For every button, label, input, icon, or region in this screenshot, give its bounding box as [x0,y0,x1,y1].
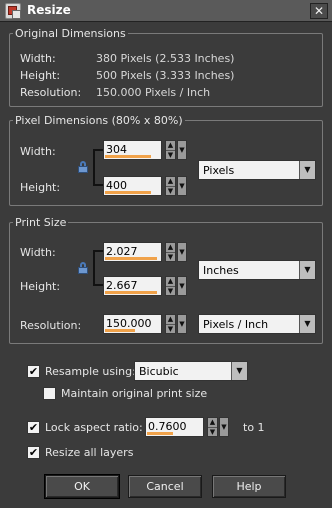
spin-down-icon[interactable]: ▼ [166,150,175,159]
spin-down-icon[interactable]: ▼ [166,324,175,333]
lock-aspect-updown[interactable]: ▲ ▼ [207,417,218,437]
pixel-height-dropdown-icon[interactable]: ▼ [177,176,187,196]
print-resolution-slider-fill [105,329,135,332]
pixel-unit-value: Pixels [203,164,235,177]
print-lock-icon[interactable] [78,262,88,274]
original-width-value: 380 Pixels (2.533 Inches) [96,52,235,65]
spin-up-icon[interactable]: ▲ [166,243,175,252]
maintain-print-size-checkbox[interactable] [43,387,56,400]
print-height-slider-fill [105,291,157,294]
pixel-width-dropdown-icon[interactable]: ▼ [177,140,187,160]
lock-aspect-input[interactable]: 0.7600 [145,417,204,437]
resolution-unit-value: Pixels / Inch [203,318,269,331]
print-height-dropdown-icon[interactable]: ▼ [177,276,187,296]
lock-aspect-slider-fill [147,432,173,435]
lock-aspect-spinner[interactable]: 0.7600 ▲ ▼ ▼ [145,417,231,437]
print-resolution-label: Resolution: [20,319,82,332]
print-unit-value: Inches [203,264,239,277]
resize-all-layers-label[interactable]: Resize all layers [45,446,133,459]
title-bar[interactable]: Resize ✕ [0,0,332,22]
print-width-spinner[interactable]: 2.027 ▲ ▼ ▼ [103,242,189,262]
window-title: Resize [27,3,71,17]
dropdown-arrow-icon[interactable]: ▼ [231,362,247,380]
spin-down-icon[interactable]: ▼ [166,252,175,261]
print-height-label: Height: [20,280,61,293]
spin-up-icon[interactable]: ▲ [208,418,217,427]
spin-up-icon[interactable]: ▲ [166,141,175,150]
pixel-width-slider-fill [105,155,151,158]
print-unit-select[interactable]: Inches ▼ [198,260,316,280]
original-dimensions-legend: Original Dimensions [15,27,126,40]
cancel-button[interactable]: Cancel [128,475,202,498]
print-link-bracket [93,250,103,286]
original-width-label: Width: [20,52,56,65]
original-resolution-label: Resolution: [20,86,82,99]
print-resolution-dropdown-icon[interactable]: ▼ [177,314,187,334]
close-button[interactable]: ✕ [310,3,328,19]
pixel-height-spinner[interactable]: 400 ▲ ▼ ▼ [103,176,189,196]
spin-up-icon[interactable]: ▲ [166,277,175,286]
print-width-updown[interactable]: ▲ ▼ [165,242,176,262]
original-resolution-value: 150.000 Pixels / Inch [96,86,211,99]
spin-down-icon[interactable]: ▼ [208,427,217,436]
print-width-slider-fill [105,257,157,260]
print-width-label: Width: [20,246,56,259]
lock-aspect-checkbox[interactable]: ✔ [27,421,40,434]
resolution-unit-select[interactable]: Pixels / Inch ▼ [198,314,316,334]
dropdown-arrow-icon[interactable]: ▼ [299,161,315,179]
spin-up-icon[interactable]: ▲ [166,315,175,324]
original-height-label: Height: [20,69,61,82]
dropdown-arrow-icon[interactable]: ▼ [299,315,315,333]
print-width-input[interactable]: 2.027 [103,242,162,262]
dropdown-arrow-icon[interactable]: ▼ [299,261,315,279]
pixel-width-input[interactable]: 304 [103,140,162,160]
help-button[interactable]: Help [212,475,286,498]
print-size-legend: Print Size [15,216,67,229]
lock-aspect-label[interactable]: Lock aspect ratio: [45,421,143,434]
print-width-dropdown-icon[interactable]: ▼ [177,242,187,262]
pixel-link-bracket [93,149,103,186]
resize-all-layers-checkbox[interactable]: ✔ [27,446,40,459]
pixel-width-label: Width: [20,145,56,158]
pixel-unit-select[interactable]: Pixels ▼ [198,160,316,180]
spin-up-icon[interactable]: ▲ [166,177,175,186]
pixel-height-updown[interactable]: ▲ ▼ [165,176,176,196]
spin-down-icon[interactable]: ▼ [166,186,175,195]
resample-method-value: Bicubic [139,365,179,378]
app-icon [5,3,21,19]
pixel-width-spinner[interactable]: 304 ▲ ▼ ▼ [103,140,189,160]
lock-aspect-suffix: to 1 [243,421,265,434]
pixel-dimensions-legend: Pixel Dimensions (80% x 80%) [15,114,183,127]
ok-button[interactable]: OK [44,474,120,499]
spin-down-icon[interactable]: ▼ [166,286,175,295]
lock-aspect-dropdown-icon[interactable]: ▼ [219,417,229,437]
pixel-height-input[interactable]: 400 [103,176,162,196]
resample-method-select[interactable]: Bicubic ▼ [134,361,248,381]
print-resolution-input[interactable]: 150.000 [103,314,162,334]
print-height-updown[interactable]: ▲ ▼ [165,276,176,296]
print-resolution-spinner[interactable]: 150.000 ▲ ▼ ▼ [103,314,189,334]
print-height-spinner[interactable]: 2.667 ▲ ▼ ▼ [103,276,189,296]
original-height-value: 500 Pixels (3.333 Inches) [96,69,235,82]
maintain-print-size-label[interactable]: Maintain original print size [61,387,207,400]
pixel-width-updown[interactable]: ▲ ▼ [165,140,176,160]
pixel-height-slider-fill [105,191,151,194]
print-height-input[interactable]: 2.667 [103,276,162,296]
resample-checkbox[interactable]: ✔ [27,365,40,378]
pixel-height-label: Height: [20,181,61,194]
resample-label[interactable]: Resample using: [45,365,136,378]
pixel-lock-icon[interactable] [78,161,88,173]
print-resolution-updown[interactable]: ▲ ▼ [165,314,176,334]
